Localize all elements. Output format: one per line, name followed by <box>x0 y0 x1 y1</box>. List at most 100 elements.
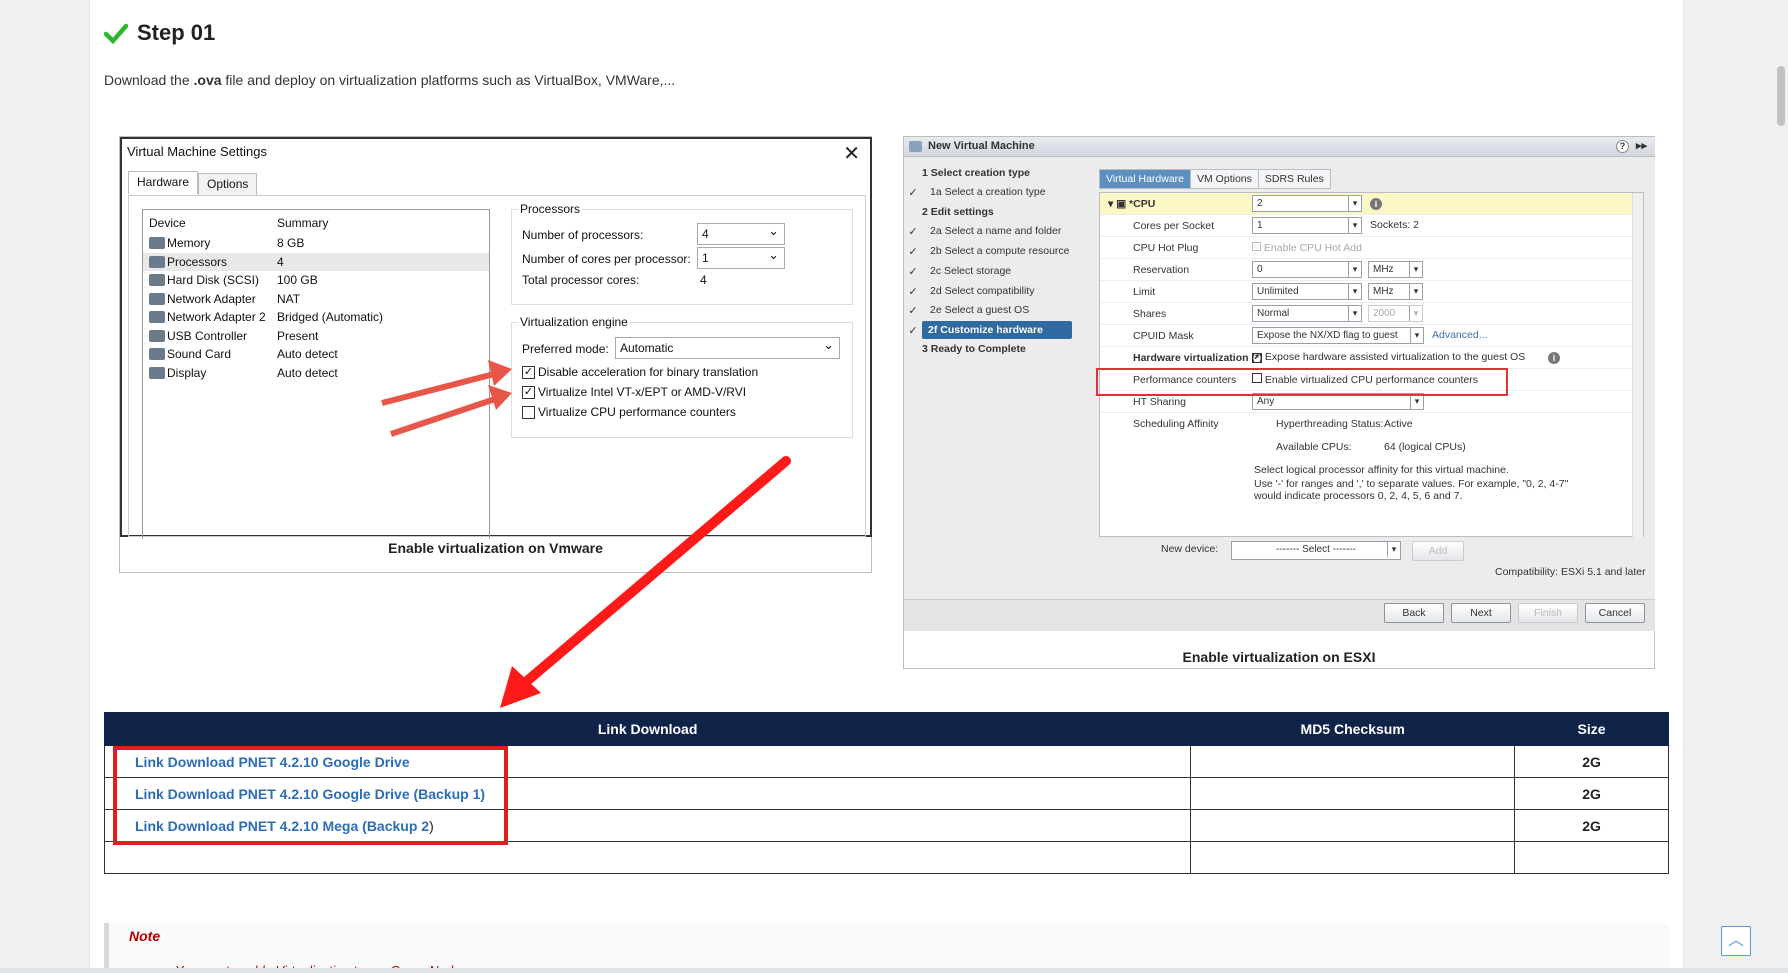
chevron-up-icon: ︿ <box>1727 932 1744 949</box>
network-adapter-icon <box>149 292 165 305</box>
device-summary: Bridged (Automatic) <box>277 310 384 325</box>
tab-options: Options <box>198 173 258 196</box>
check-icon: ✓ <box>908 186 918 199</box>
bottom-strip <box>0 968 1788 973</box>
md5-cell <box>1190 777 1516 810</box>
scrollbar <box>1632 193 1643 538</box>
check-icon: ✓ <box>908 245 918 258</box>
check-icon: ✓ <box>908 304 918 317</box>
device-summary: Auto detect <box>277 347 338 362</box>
checkbox <box>1252 242 1261 251</box>
note-title: Note <box>129 928 161 944</box>
preferred-mode-select: Automatic <box>615 337 840 359</box>
device-summary: NAT <box>277 291 301 306</box>
finish-button: Finish <box>1518 603 1578 623</box>
note-box: Note You must enable Virtualization to r… <box>104 923 1669 973</box>
unit-select: MHz <box>1368 283 1423 300</box>
md5-cell <box>1190 809 1516 842</box>
vmware-screenshot: Virtual Machine Settings ✕ Hardware Opti… <box>119 136 872 573</box>
device-name: Network Adapter 2 <box>167 310 266 325</box>
column-header: Size <box>1514 712 1669 746</box>
processors-group: Processors Number of processors: 4 Numbe… <box>511 202 853 305</box>
vm-settings-dialog: Virtual Machine Settings ✕ Hardware Opti… <box>120 137 872 539</box>
reservation-input: 0 <box>1252 261 1362 278</box>
device-header: Device <box>149 216 186 230</box>
device-name: Processors <box>167 254 228 269</box>
usb-icon <box>149 329 165 342</box>
device-name: Sound Card <box>167 347 232 362</box>
step-title: Step 01 <box>137 20 216 45</box>
md5-cell <box>1190 745 1516 778</box>
scrollbar-thumb[interactable] <box>1777 66 1785 126</box>
unit-select: MHz <box>1368 261 1423 278</box>
column-header: Link Download <box>103 712 1192 746</box>
add-button: Add <box>1412 541 1464 561</box>
next-button: Next <box>1451 603 1511 623</box>
wizard-steps: 1 Select creation type ✓ 1a Select a crea… <box>904 158 1089 598</box>
info-icon: i <box>1370 198 1382 210</box>
virtual-hardware-panel: ▾ ▣ *CPU 2 i Cores per Socket 1 Sockets:… <box>1096 192 1644 538</box>
back-button: Back <box>1384 603 1444 623</box>
new-device-select: ------- Select ------- <box>1231 541 1401 560</box>
device-name: Hard Disk (SCSI) <box>167 273 260 288</box>
network-adapter-icon <box>149 311 165 324</box>
vmware-caption: Enable virtualization on Vmware <box>388 540 603 556</box>
hw-virtualization-highlight <box>1096 368 1508 396</box>
cores-select: 1 <box>697 247 785 269</box>
device-summary: 8 GB <box>277 236 305 251</box>
device-summary: 4 <box>277 254 284 269</box>
cancel-button: Cancel <box>1585 603 1645 623</box>
cpuid-select: Expose the NX/XD flag to guest <box>1252 327 1424 344</box>
num-processors-select: 4 <box>697 223 785 245</box>
help-icon: ? <box>1616 140 1629 153</box>
device-summary: Present <box>277 328 319 343</box>
processor-icon <box>149 255 165 268</box>
scroll-to-top-button[interactable]: ︿ <box>1721 926 1751 956</box>
hard-disk-icon <box>149 274 165 287</box>
collapse-icon: ▾ ▣ <box>1108 198 1130 210</box>
tab-hardware: Hardware <box>128 171 199 194</box>
display-icon <box>149 366 165 379</box>
cores-select: 1 <box>1252 217 1362 234</box>
device-name: Display <box>167 365 207 380</box>
dialog-title: Virtual Machine Settings <box>127 144 267 159</box>
expand-icon: ▸▸ <box>1635 140 1647 152</box>
links-highlight-box <box>113 746 508 845</box>
page-scrollbar[interactable] <box>1774 0 1788 973</box>
table-row <box>103 841 1669 874</box>
vm-icon <box>909 141 922 152</box>
checkmark-icon <box>104 23 128 45</box>
column-header: MD5 Checksum <box>1190 712 1516 746</box>
shares-select: Normal <box>1252 305 1362 322</box>
sound-card-icon <box>149 348 165 361</box>
device-name: USB Controller <box>167 328 248 343</box>
check-icon: ✓ <box>908 285 918 298</box>
memory-icon <box>149 237 165 250</box>
size-cell: 2G <box>1514 777 1669 810</box>
advanced-link: Advanced... <box>1432 329 1488 341</box>
device-summary: 100 GB <box>277 273 318 288</box>
check-icon: ✓ <box>908 225 918 238</box>
size-cell: 2G <box>1514 809 1669 842</box>
tab-virtual-hardware: Virtual Hardware <box>1099 169 1192 189</box>
device-name: Network Adapter <box>167 291 256 306</box>
limit-input: Unlimited <box>1252 283 1362 300</box>
checkbox: ✓ <box>522 365 535 379</box>
check-icon: ✓ <box>908 265 918 278</box>
close-icon: ✕ <box>843 143 860 165</box>
intro-text: Download the .ova file and deploy on vir… <box>104 72 676 88</box>
info-icon: i <box>1548 352 1560 364</box>
size-cell: 2G <box>1514 745 1669 778</box>
dialog-title: New Virtual Machine <box>928 140 1035 152</box>
virtualization-engine-group: Virtualization engine Preferred mode: Au… <box>511 315 853 438</box>
summary-header: Summary <box>277 216 329 230</box>
tab-sdrs-rules: SDRS Rules <box>1257 169 1331 189</box>
step-heading: Step 01 <box>104 20 215 46</box>
checkbox: ✓ <box>1252 352 1262 363</box>
shares-input: 2000 <box>1368 305 1423 322</box>
checkbox: ✓ <box>522 385 535 399</box>
cpu-select: 2 <box>1252 195 1362 212</box>
device-list: Device Summary Memory 8 GB Processors 4 Har… <box>142 209 490 539</box>
esxi-screenshot: New Virtual Machine? ▸▸ 1 Select creation… <box>903 136 1655 669</box>
esxi-caption: Enable virtualization on ESXI <box>1182 649 1376 665</box>
